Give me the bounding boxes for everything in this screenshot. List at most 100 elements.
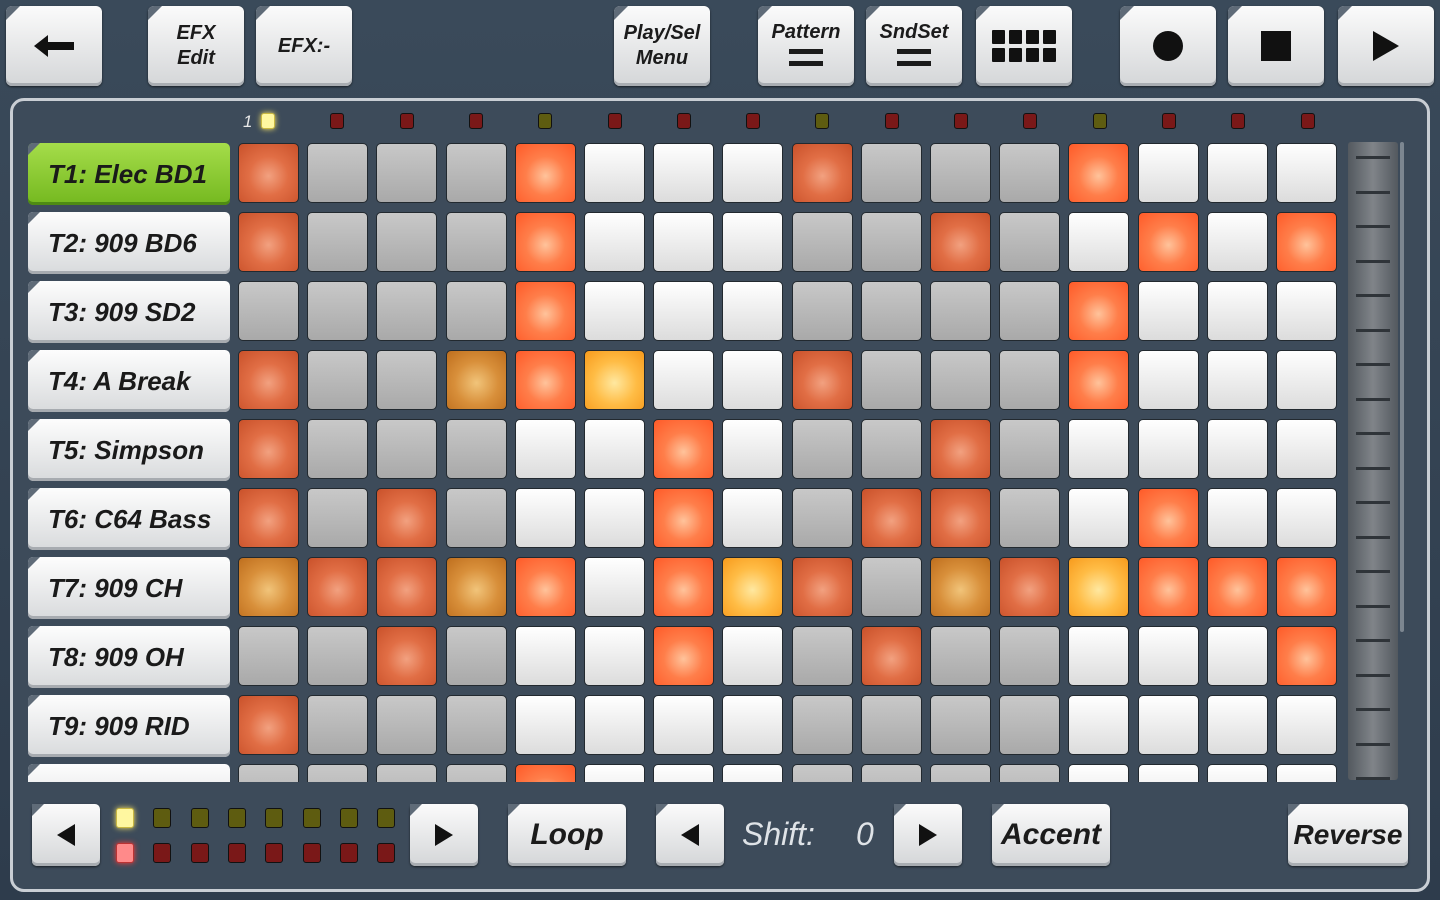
- step-pad[interactable]: [446, 764, 507, 782]
- step-pad[interactable]: [1068, 557, 1129, 617]
- step-pad[interactable]: [792, 419, 853, 479]
- step-pad[interactable]: [653, 350, 714, 410]
- scroll-thumb[interactable]: [1400, 142, 1404, 632]
- step-pad[interactable]: [930, 281, 991, 341]
- step-pad[interactable]: [515, 695, 576, 755]
- step-pad[interactable]: [307, 350, 368, 410]
- step-pad[interactable]: [861, 143, 922, 203]
- track-label[interactable]: T3: 909 SD2: [28, 281, 230, 343]
- step-pad[interactable]: [515, 488, 576, 548]
- step-pad[interactable]: [1138, 626, 1199, 686]
- step-pad[interactable]: [999, 695, 1060, 755]
- shift-left-button[interactable]: [656, 804, 724, 866]
- step-pad[interactable]: [930, 488, 991, 548]
- step-pad[interactable]: [446, 143, 507, 203]
- efx-edit-button[interactable]: EFX Edit: [148, 6, 244, 86]
- step-pad[interactable]: [999, 488, 1060, 548]
- step-pad[interactable]: [861, 764, 922, 782]
- step-pad[interactable]: [722, 350, 783, 410]
- step-pad[interactable]: [792, 764, 853, 782]
- step-pad[interactable]: [238, 419, 299, 479]
- step-pad[interactable]: [1207, 695, 1268, 755]
- step-pad[interactable]: [792, 626, 853, 686]
- step-pad[interactable]: [861, 419, 922, 479]
- step-pad[interactable]: [653, 212, 714, 272]
- record-button[interactable]: [1120, 6, 1216, 86]
- step-pad[interactable]: [515, 212, 576, 272]
- step-pad[interactable]: [1276, 557, 1337, 617]
- step-pad[interactable]: [861, 281, 922, 341]
- step-pad[interactable]: [446, 626, 507, 686]
- step-pad[interactable]: [653, 557, 714, 617]
- step-pad[interactable]: [307, 143, 368, 203]
- pattern-button[interactable]: Pattern: [758, 6, 854, 86]
- step-pad[interactable]: [999, 626, 1060, 686]
- back-button[interactable]: [6, 6, 102, 86]
- step-pad[interactable]: [515, 557, 576, 617]
- step-pad[interactable]: [1207, 212, 1268, 272]
- step-pad[interactable]: [861, 212, 922, 272]
- track-label[interactable]: T1: Elec BD1: [28, 143, 230, 205]
- step-pad[interactable]: [999, 212, 1060, 272]
- step-pad[interactable]: [238, 350, 299, 410]
- step-pad[interactable]: [515, 419, 576, 479]
- step-pad[interactable]: [584, 626, 645, 686]
- step-pad[interactable]: [376, 212, 437, 272]
- step-pad[interactable]: [584, 143, 645, 203]
- step-pad[interactable]: [1276, 626, 1337, 686]
- step-pad[interactable]: [1276, 488, 1337, 548]
- track-label[interactable]: T8: 909 OH: [28, 626, 230, 688]
- step-pad[interactable]: [238, 557, 299, 617]
- step-pad[interactable]: [999, 350, 1060, 410]
- step-pad[interactable]: [1138, 281, 1199, 341]
- step-pad[interactable]: [1138, 764, 1199, 782]
- step-pad[interactable]: [238, 764, 299, 782]
- track-label[interactable]: [28, 764, 230, 782]
- step-pad[interactable]: [653, 143, 714, 203]
- track-label[interactable]: T7: 909 CH: [28, 557, 230, 619]
- step-pad[interactable]: [1068, 350, 1129, 410]
- track-label[interactable]: T9: 909 RID: [28, 695, 230, 757]
- step-pad[interactable]: [1276, 281, 1337, 341]
- play-sel-menu-button[interactable]: Play/Sel Menu: [614, 6, 710, 86]
- step-pad[interactable]: [722, 212, 783, 272]
- step-pad[interactable]: [930, 350, 991, 410]
- step-pad[interactable]: [1068, 419, 1129, 479]
- step-pad[interactable]: [999, 419, 1060, 479]
- step-pad[interactable]: [307, 419, 368, 479]
- track-scrollbar[interactable]: [1348, 142, 1404, 780]
- step-pad[interactable]: [1068, 488, 1129, 548]
- step-pad[interactable]: [376, 143, 437, 203]
- step-pad[interactable]: [584, 212, 645, 272]
- step-pad[interactable]: [792, 557, 853, 617]
- step-pad[interactable]: [584, 350, 645, 410]
- step-pad[interactable]: [1207, 488, 1268, 548]
- step-pad[interactable]: [307, 626, 368, 686]
- step-pad[interactable]: [722, 557, 783, 617]
- step-pad[interactable]: [1138, 695, 1199, 755]
- accent-button[interactable]: Accent: [992, 804, 1110, 866]
- step-pad[interactable]: [307, 764, 368, 782]
- step-pad[interactable]: [1138, 143, 1199, 203]
- step-pad[interactable]: [792, 695, 853, 755]
- grid-view-button[interactable]: [976, 6, 1072, 86]
- step-pad[interactable]: [446, 350, 507, 410]
- step-pad[interactable]: [238, 695, 299, 755]
- step-pad[interactable]: [1138, 419, 1199, 479]
- step-pad[interactable]: [446, 212, 507, 272]
- step-pad[interactable]: [722, 419, 783, 479]
- step-pad[interactable]: [999, 764, 1060, 782]
- step-pad[interactable]: [446, 281, 507, 341]
- step-pad[interactable]: [930, 143, 991, 203]
- step-pad[interactable]: [1068, 212, 1129, 272]
- step-pad[interactable]: [930, 626, 991, 686]
- step-pad[interactable]: [515, 143, 576, 203]
- track-label[interactable]: T6: C64 Bass: [28, 488, 230, 550]
- step-pad[interactable]: [584, 764, 645, 782]
- step-pad[interactable]: [1068, 626, 1129, 686]
- loop-button[interactable]: Loop: [508, 804, 626, 866]
- step-pad[interactable]: [792, 350, 853, 410]
- step-pad[interactable]: [584, 419, 645, 479]
- step-pad[interactable]: [376, 488, 437, 548]
- track-label[interactable]: T5: Simpson: [28, 419, 230, 481]
